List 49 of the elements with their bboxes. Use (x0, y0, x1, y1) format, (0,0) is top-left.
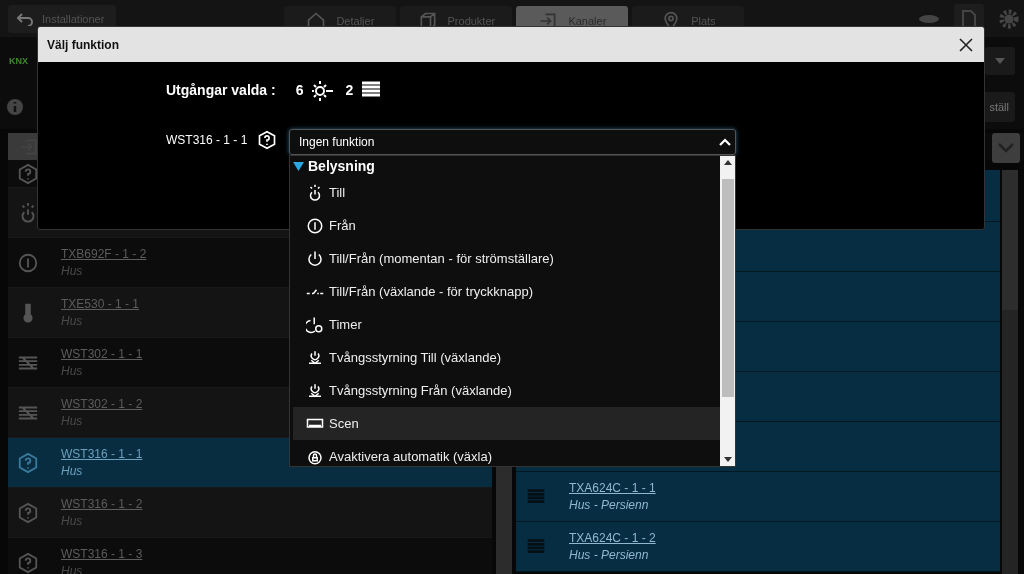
scrollbar[interactable] (1002, 170, 1018, 574)
location-label: Hus - Persienn (569, 498, 649, 512)
channel-name[interactable]: WST302 - 1 - 1 (61, 347, 143, 361)
circle-bar-icon (17, 251, 39, 274)
channel-name[interactable]: WST316 - 1 - 1 (61, 447, 143, 461)
channel-name[interactable]: TXB692F - 1 - 2 (61, 247, 147, 261)
channel-label: WST316 - 1 - 1 (166, 133, 248, 147)
location-label: Hus (61, 364, 83, 378)
group-header[interactable]: Belysning (293, 156, 720, 176)
logo: KNX (9, 56, 28, 66)
scroll-down-icon[interactable] (723, 457, 732, 462)
chevron-down-icon (998, 143, 1014, 153)
output-count: 6 (295, 82, 304, 98)
location-label: Hus (61, 464, 83, 478)
list-item[interactable]: TXA624C - 1 - 1 Hus - Persienn (516, 472, 1000, 522)
question-hexagon-icon (17, 501, 39, 524)
dialog-title: Välj funktion (47, 37, 119, 52)
function-select[interactable]: Ingen funktion (289, 129, 736, 155)
sun-icon (309, 78, 334, 102)
location-label: Hus - Persienn (569, 548, 649, 562)
power-icon (306, 249, 324, 268)
circle-bar-icon (306, 216, 324, 235)
hand-power-icon (306, 381, 324, 400)
channel-name[interactable]: TXE530 - 1 - 1 (61, 297, 140, 311)
question-hexagon-icon (17, 551, 39, 574)
dropdown-option[interactable]: Scen (293, 407, 720, 440)
dropdown-button[interactable] (985, 47, 1015, 75)
question-hexagon-icon (257, 130, 278, 150)
list-item[interactable]: TXA624C - 1 - 2 Hus - Persienn (516, 522, 1000, 572)
outputs-label: Utgångar valda : (166, 82, 276, 98)
location-label: Hus (61, 264, 83, 278)
close-icon[interactable] (959, 37, 973, 52)
triangle-down-icon (293, 161, 304, 171)
back-arrow-icon (16, 11, 34, 26)
channel-name[interactable]: TXA624C - 1 - 2 (569, 531, 656, 545)
dropdown-option[interactable]: Till (293, 176, 720, 209)
scrollbar[interactable] (720, 156, 735, 466)
channel-name[interactable]: WST316 - 1 - 3 (61, 547, 143, 561)
channel-name[interactable]: TXA624C - 1 - 1 (569, 481, 656, 495)
chevron-up-icon (719, 138, 731, 146)
caret-icon (995, 58, 1005, 64)
dashed-line-icon (306, 288, 324, 295)
hand-power-icon (306, 348, 324, 367)
question-hexagon-icon (17, 451, 39, 474)
power-clock-icon (306, 315, 324, 334)
channel-name[interactable]: WST302 - 1 - 2 (61, 397, 143, 411)
question-hexagon-icon (17, 162, 39, 185)
output-count: 2 (345, 82, 354, 98)
channel-name[interactable]: WST316 - 1 - 2 (61, 497, 143, 511)
